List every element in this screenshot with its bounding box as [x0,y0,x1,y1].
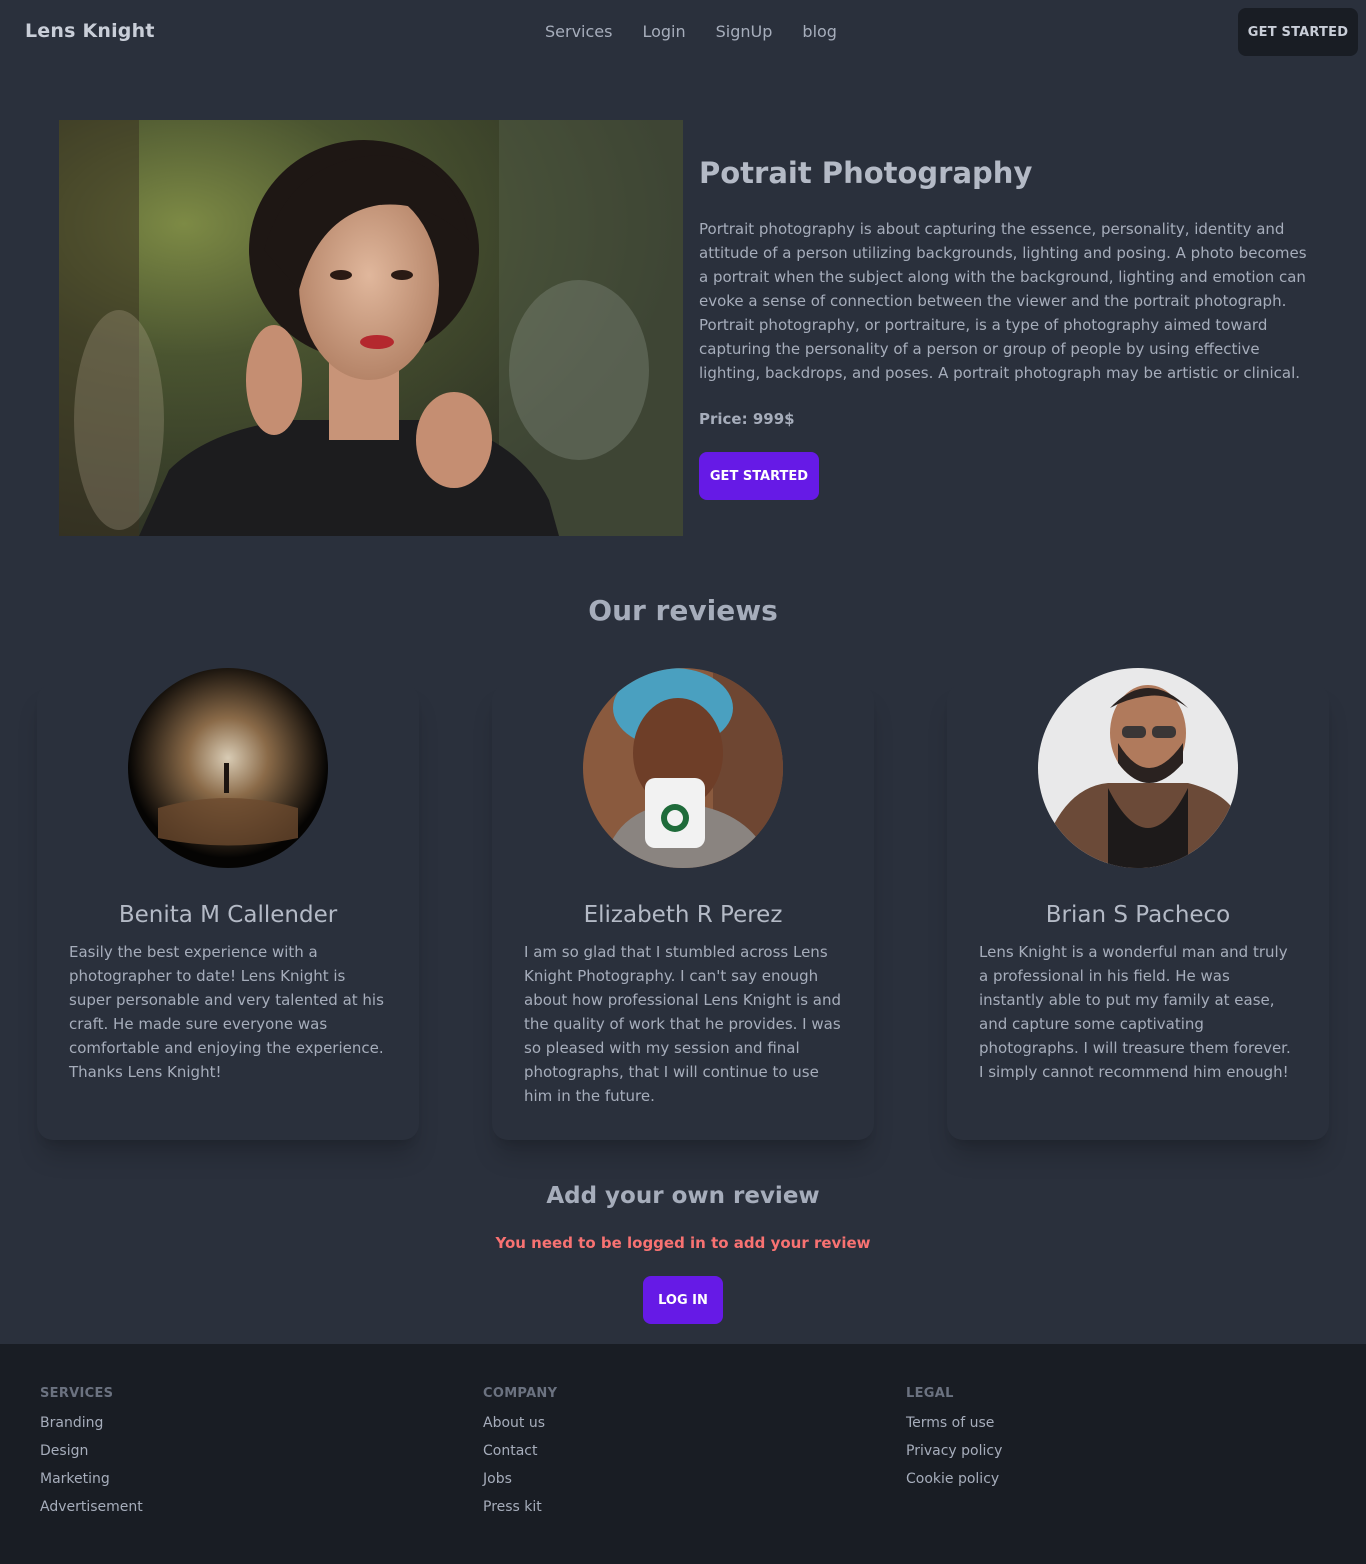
footer-heading-services: SERVICES [40,1386,114,1401]
review-card: Benita M Callender Easily the best exper… [37,668,419,1140]
footer-link-contact[interactable]: Contact [483,1441,557,1469]
reviewer-avatar [583,668,783,868]
footer-link-advertisement[interactable]: Advertisement [40,1497,143,1525]
service-price: Price: 999$ [699,410,795,428]
login-required-warning: You need to be logged in to add your rev… [495,1234,871,1252]
footer-link-press-kit[interactable]: Press kit [483,1497,557,1525]
review-text: Easily the best experience with a photog… [69,943,384,1081]
reviews-heading: Our reviews [588,594,778,627]
footer-legal: LEGAL Terms of use Privacy policy Cookie… [906,1386,1002,1497]
nav-link-services[interactable]: Services [530,22,627,41]
reviewer-avatar [1038,668,1238,868]
login-button[interactable]: LOG IN [643,1276,723,1324]
page-title: Potrait Photography [699,156,1033,190]
reviewer-name: Benita M Callender [118,902,338,928]
get-started-nav-button[interactable]: GET STARTED [1238,8,1358,56]
footer-company: COMPANY About us Contact Jobs Press kit [483,1386,557,1525]
review-text: I am so glad that I stumbled across Lens… [524,943,841,1105]
nav-links: Services Login SignUp blog [530,22,852,41]
brand-logo[interactable]: Lens Knight [25,20,155,42]
nav-link-blog[interactable]: blog [787,22,852,41]
portrait-hero-image [59,120,683,536]
footer: SERVICES Branding Design Marketing Adver… [0,1344,1366,1564]
reviewer-name: Brian S Pacheco [1045,902,1231,928]
nav-link-signup[interactable]: SignUp [701,22,788,41]
reviewer-avatar [128,668,328,868]
footer-link-design[interactable]: Design [40,1441,143,1469]
footer-heading-company: COMPANY [483,1386,558,1401]
navbar: Lens Knight Services Login SignUp blog G… [0,0,1366,64]
nav-link-login[interactable]: Login [627,22,700,41]
service-description: Portrait photography is about capturing … [699,220,1307,382]
review-card: Elizabeth R Perez I am so glad that I st… [492,668,874,1140]
review-card: Brian S Pacheco Lens Knight is a wonderf… [947,668,1329,1140]
footer-link-privacy[interactable]: Privacy policy [906,1441,1002,1469]
footer-link-cookie[interactable]: Cookie policy [906,1469,1002,1497]
footer-heading-legal: LEGAL [906,1386,954,1401]
footer-link-jobs[interactable]: Jobs [483,1469,557,1497]
footer-link-marketing[interactable]: Marketing [40,1469,143,1497]
footer-link-about[interactable]: About us [483,1413,557,1441]
reviewer-name: Elizabeth R Perez [583,902,783,928]
footer-link-terms[interactable]: Terms of use [906,1413,1002,1441]
footer-link-branding[interactable]: Branding [40,1413,143,1441]
get-started-button[interactable]: GET STARTED [699,452,819,500]
footer-services: SERVICES Branding Design Marketing Adver… [40,1386,143,1525]
review-text: Lens Knight is a wonderful man and truly… [979,943,1291,1081]
add-review-heading: Add your own review [546,1183,820,1209]
